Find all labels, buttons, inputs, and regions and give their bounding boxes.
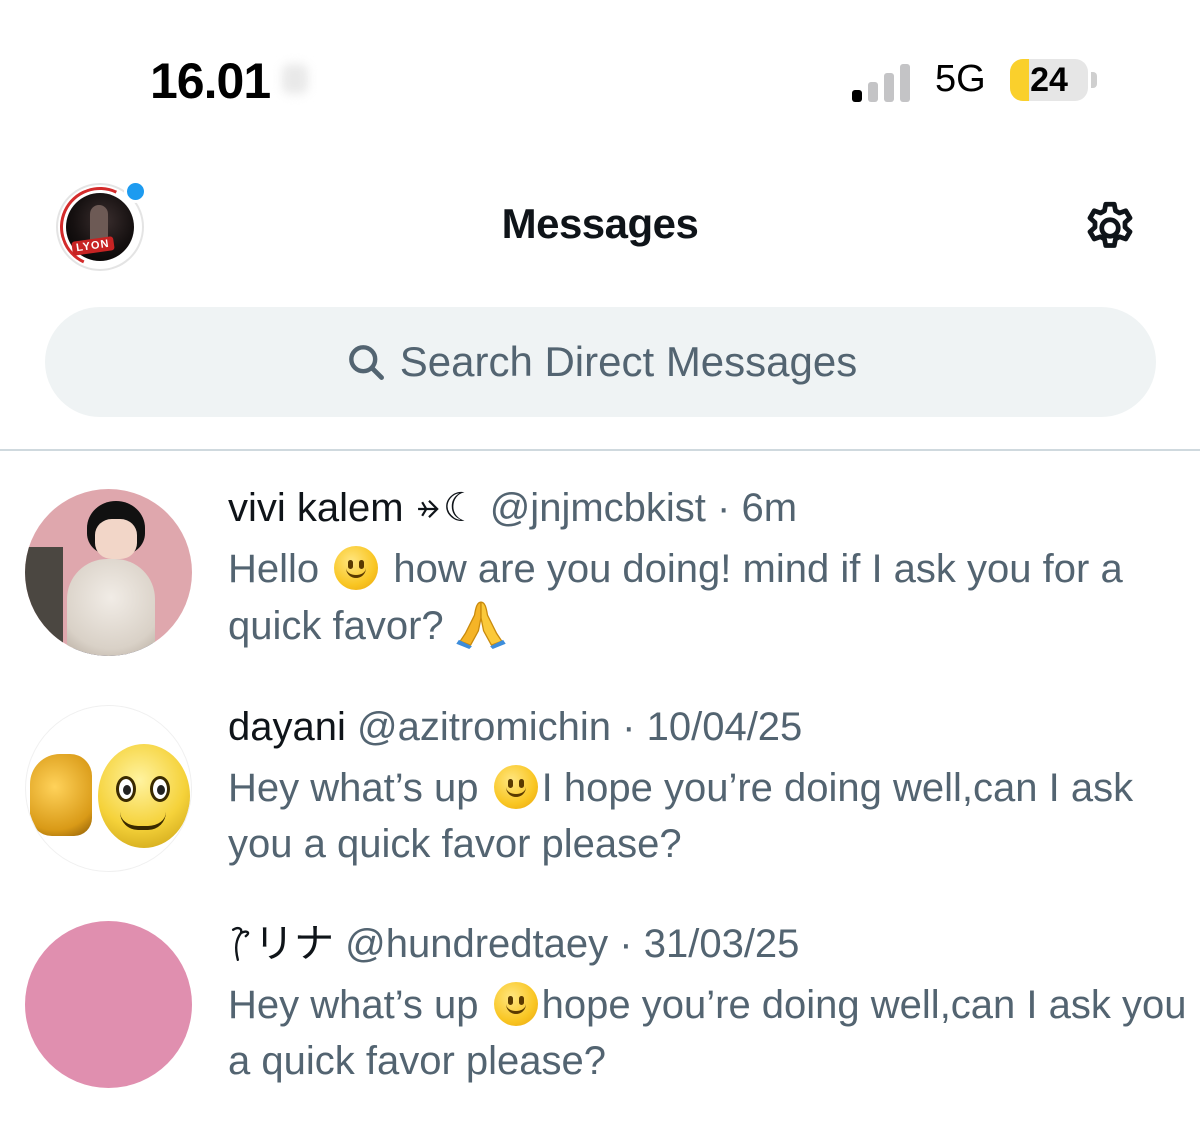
conversation-header: vivi kalem ☾ @jnjmcbkist · 6m (228, 485, 1188, 531)
search-input[interactable]: Search Direct Messages (45, 307, 1156, 417)
signal-strength-icon (852, 60, 914, 102)
avatar[interactable] (25, 489, 192, 656)
gear-icon (1087, 201, 1133, 248)
conversation-time: 10/04/25 (646, 705, 803, 749)
conversation-item[interactable]: dayani @azitromichin · 10/04/25 Hey what… (0, 704, 1200, 904)
smile-emoji-icon (493, 765, 538, 809)
conversation-handle: @hundredtaey (345, 922, 609, 966)
folded-hands-emoji-icon (456, 601, 506, 649)
conversation-header: dayani @azitromichin · 10/04/25 (228, 704, 1188, 750)
battery-cap (1091, 72, 1097, 88)
conversation-name: リナ (254, 922, 334, 966)
smile-emoji-icon (334, 546, 379, 590)
conversation-item[interactable]: vivi kalem ☾ @jnjmcbkist · 6m Hello how … (0, 485, 1200, 685)
battery-icon: 24 (1010, 59, 1088, 101)
conversation-time: 6m (741, 486, 798, 530)
separator: · (717, 486, 731, 530)
sagittarius-icon (417, 500, 439, 518)
avatar[interactable] (25, 921, 192, 1088)
message-text: Hey what’s up (228, 983, 479, 1027)
avatar[interactable] (25, 705, 192, 872)
conversation-handle: @azitromichin (357, 705, 612, 749)
smile-emoji-icon (493, 982, 538, 1026)
message-text: Hey what’s up (228, 766, 479, 810)
conversation-handle: @jnjmcbkist (489, 486, 706, 530)
battery-percentage: 24 (1030, 61, 1068, 99)
search-icon (348, 345, 384, 380)
conversation-header: リナ @hundredtaey · 31/03/25 (228, 921, 1188, 967)
ribbon-icon (231, 926, 250, 962)
message-preview: Hey what’s up hope you’re doing well,can… (228, 977, 1188, 1089)
moon-icon: ☾ (442, 486, 479, 530)
separator: · (619, 922, 633, 966)
conversation-item[interactable]: リナ @hundredtaey · 31/03/25 Hey what’s up… (0, 921, 1200, 1121)
status-bar: 16.01 5G 24 (0, 0, 1200, 130)
message-preview: Hello how are you doing! mind if I ask y… (228, 541, 1188, 654)
separator: · (622, 705, 636, 749)
page-title: Messages (501, 200, 699, 247)
settings-button[interactable] (1080, 198, 1140, 258)
search-placeholder: Search Direct Messages (399, 338, 858, 385)
status-time-redaction (282, 64, 308, 94)
conversation-time: 31/03/25 (643, 922, 800, 966)
message-text: Hello (228, 547, 320, 591)
message-preview: Hey what’s up I hope you’re doing well,c… (228, 760, 1188, 872)
status-time: 16.01 (150, 53, 271, 109)
conversation-name: vivi kalem (228, 486, 404, 530)
divider (0, 449, 1200, 451)
conversation-name: dayani (228, 705, 346, 749)
network-type: 5G (935, 58, 986, 100)
